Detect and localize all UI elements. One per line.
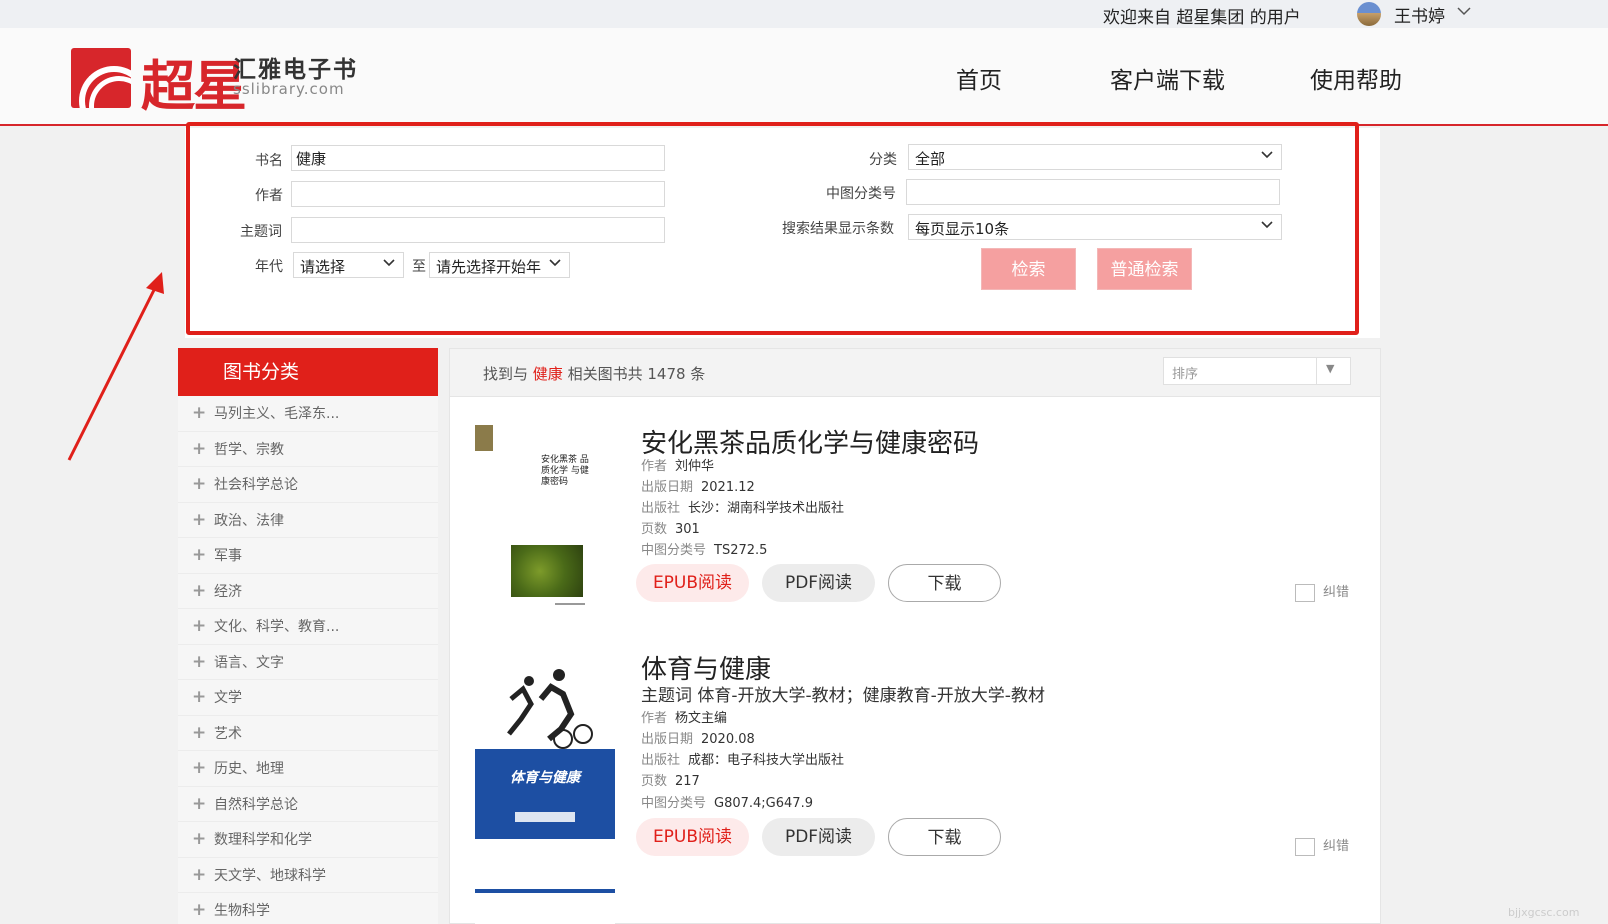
plus-icon[interactable]: + — [192, 822, 214, 856]
logo-subtitle: sslibrary.com — [233, 80, 345, 98]
sort-placeholder: 排序 — [1172, 367, 1199, 382]
top-bar: 欢迎来自 超星集团 的用户 王书婷 — [0, 0, 1608, 28]
edit-icon — [1295, 583, 1315, 602]
plus-icon[interactable]: + — [192, 680, 214, 714]
plus-icon[interactable]: + — [192, 503, 214, 537]
results-summary: 找到与 健康 相关图书共 1478 条 — [483, 365, 706, 383]
category-item[interactable]: + 生物科学 — [178, 893, 438, 924]
category-item[interactable]: + 自然科学总论 — [178, 786, 438, 822]
book-author: 作者 杨文主编 — [641, 711, 728, 726]
sidebar-title: 图书分类 — [178, 348, 438, 396]
plus-icon[interactable]: + — [192, 538, 214, 572]
pdf-read-button[interactable]: PDF阅读 — [762, 564, 875, 602]
category-list: + 马列主义、毛泽东... + 哲学、宗教 + 社会科学总论 + 政治、法律 + 军事 +… — [178, 396, 438, 924]
book-clc: 中图分类号 G807.4;G647.9 — [641, 796, 813, 811]
plus-icon[interactable]: + — [192, 396, 214, 430]
search-keyword: 健康 — [532, 365, 563, 383]
plus-icon[interactable]: + — [192, 609, 214, 643]
book-cover[interactable]: 安化黑茶 品质化学 与健康密码 — [475, 423, 615, 613]
plus-icon[interactable]: + — [192, 432, 214, 466]
results-panel: 找到与 健康 相关图书共 1478 条 排序 ▼ 安化黑茶 品质化学 与健康密码… — [449, 348, 1381, 924]
book-cover[interactable]: 体育与健康 — [475, 649, 615, 839]
highlight-frame — [186, 122, 1359, 335]
download-button[interactable]: 下载 — [888, 818, 1001, 856]
nav-client-download[interactable]: 客户端下载 — [1110, 61, 1225, 95]
nav-help[interactable]: 使用帮助 — [1310, 61, 1402, 95]
book-publisher: 出版社 长沙：湖南科学技术出版社 — [641, 501, 845, 516]
plus-icon[interactable]: + — [192, 716, 214, 750]
download-button[interactable]: 下载 — [888, 564, 1001, 602]
results-header: 找到与 健康 相关图书共 1478 条 排序 ▼ — [450, 349, 1380, 397]
plus-icon[interactable]: + — [192, 751, 214, 785]
book-subject: 主题词 体育-开放大学-教材；健康教育-开放大学-教材 — [641, 686, 1045, 706]
category-item[interactable]: + 历史、地理 — [178, 751, 438, 787]
plus-icon[interactable]: + — [192, 858, 214, 892]
logo-title: 汇雅电子书 — [233, 57, 358, 83]
plus-icon[interactable]: + — [192, 645, 214, 679]
cover-title: 体育与健康 — [510, 770, 580, 786]
logo-script: 超星 — [141, 54, 247, 118]
plus-icon[interactable]: + — [192, 787, 214, 821]
report-error-button[interactable]: 纠错 — [1295, 835, 1349, 856]
category-item[interactable]: + 经济 — [178, 573, 438, 609]
book-date: 出版日期 2020.08 — [641, 732, 755, 747]
category-item[interactable]: + 数理科学和化学 — [178, 822, 438, 858]
edit-icon — [1295, 837, 1315, 856]
cover-title: 安化黑茶 品质化学 与健康密码 — [541, 455, 589, 487]
category-item[interactable]: + 社会科学总论 — [178, 467, 438, 503]
pdf-read-button[interactable]: PDF阅读 — [762, 818, 875, 856]
category-item[interactable]: + 军事 — [178, 538, 438, 574]
book-date: 出版日期 2021.12 — [641, 480, 755, 495]
epub-read-button[interactable]: EPUB阅读 — [636, 818, 749, 856]
caret-down-icon: ▼ — [1326, 362, 1335, 375]
category-item[interactable]: + 文化、科学、教育... — [178, 609, 438, 645]
user-avatar[interactable] — [1357, 2, 1381, 26]
category-item[interactable]: + 马列主义、毛泽东... — [178, 396, 438, 432]
category-item[interactable]: + 艺术 — [178, 715, 438, 751]
category-item[interactable]: + 政治、法律 — [178, 502, 438, 538]
annotation-arrow-icon — [67, 272, 164, 461]
sort-select[interactable]: 排序 ▼ — [1163, 357, 1351, 385]
book-cover-partial[interactable] — [475, 889, 615, 924]
plus-icon[interactable]: + — [192, 467, 214, 501]
category-sidebar: 图书分类 + 马列主义、毛泽东... + 哲学、宗教 + 社会科学总论 + 政治、法律 … — [178, 348, 438, 924]
category-item[interactable]: + 文学 — [178, 680, 438, 716]
watermark: bjjxgcsc.com — [1508, 906, 1580, 919]
book-publisher: 出版社 成都：电子科技大学出版社 — [641, 753, 845, 768]
epub-read-button[interactable]: EPUB阅读 — [636, 564, 749, 602]
category-item[interactable]: + 哲学、宗教 — [178, 431, 438, 467]
logo-icon[interactable] — [71, 48, 131, 108]
book-pages: 页数 217 — [641, 774, 700, 789]
username[interactable]: 王书婷 — [1394, 2, 1445, 27]
category-item[interactable]: + 语言、文字 — [178, 644, 438, 680]
book-author: 作者 刘仲华 — [641, 459, 715, 474]
report-error-button[interactable]: 纠错 — [1295, 581, 1349, 602]
category-item[interactable]: + 天文学、地球科学 — [178, 857, 438, 893]
nav-home[interactable]: 首页 — [956, 61, 1002, 95]
chevron-down-icon[interactable] — [1456, 3, 1472, 23]
welcome-text: 欢迎来自 超星集团 的用户 — [1103, 8, 1301, 28]
site-header: 超星 汇雅电子书 sslibrary.com 首页 客户端下载 使用帮助 — [0, 28, 1608, 126]
plus-icon[interactable]: + — [192, 893, 214, 924]
book-clc: 中图分类号 TS272.5 — [641, 543, 768, 558]
plus-icon[interactable]: + — [192, 574, 214, 608]
book-pages: 页数 301 — [641, 522, 700, 537]
